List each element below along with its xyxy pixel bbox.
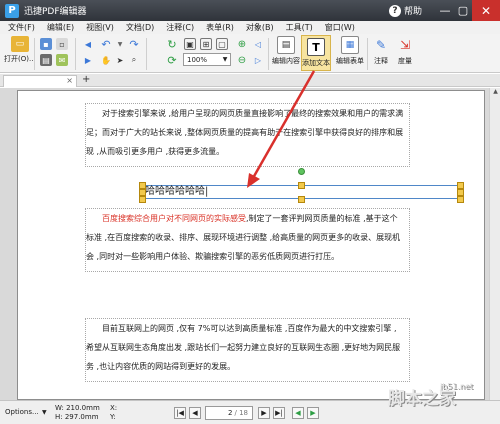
annotation-arrow [247,70,316,188]
watermark-text: 脚本之家 [388,389,456,409]
next-page-icon[interactable]: ▶ [258,407,270,419]
first-page-icon[interactable]: |◀ [174,407,186,419]
current-page: 2 [228,409,233,417]
go-back-icon[interactable]: ◀ [292,407,304,419]
page-dimensions: W: 210.0mm H: 297.0mm [55,404,100,422]
arrow-shaft [251,70,316,179]
page-number-input[interactable]: 2 / 18 [205,406,253,420]
page-width: W: 210.0mm [55,404,100,412]
options-button[interactable]: Options... [5,408,39,416]
total-pages: / 18 [234,409,249,417]
cursor-y: Y: [110,413,116,421]
last-page-icon[interactable]: ▶| [273,407,285,419]
prev-page-icon[interactable]: ◀ [189,407,201,419]
page-height: H: 297.0mm [55,413,99,421]
cursor-x: X: [110,404,118,412]
cursor-coordinates: X: Y: [110,404,117,422]
go-forward-icon[interactable]: ▶ [307,407,319,419]
chevron-down-icon[interactable]: ▼ [42,409,47,416]
